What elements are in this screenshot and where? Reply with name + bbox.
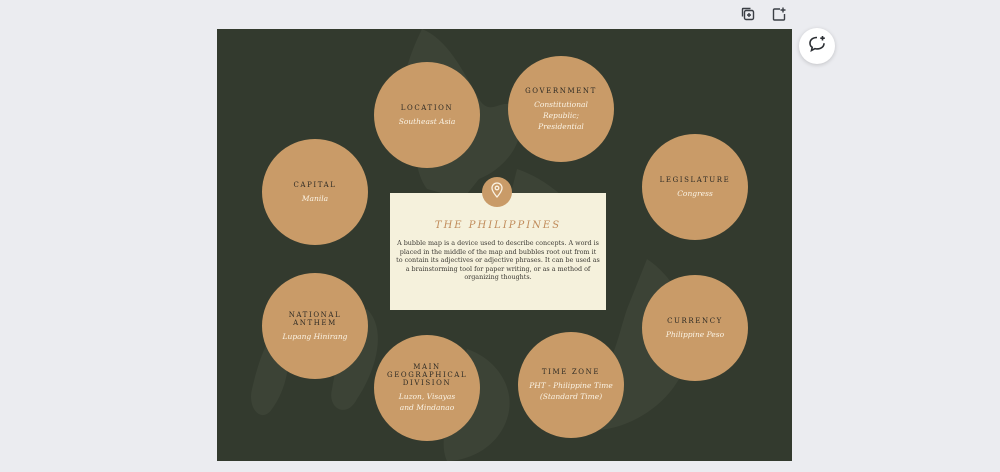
bubble-national-anthem[interactable]: NATIONAL ANTHEM Lupang Hinirang <box>262 273 368 379</box>
center-description: A bubble map is a device used to describ… <box>396 239 600 281</box>
bubble-main-geographical-division[interactable]: MAIN GEOGRAPHICAL DIVISION Luzon, Visaya… <box>374 335 480 441</box>
bubble-currency[interactable]: CURRENCY Philippine Peso <box>642 275 748 381</box>
bubble-value: Philippine Peso <box>665 329 725 339</box>
add-comment-icon <box>807 34 827 58</box>
bubble-title: NATIONAL ANTHEM <box>288 310 342 327</box>
location-pin-icon <box>490 182 504 202</box>
location-pin-badge <box>482 177 512 207</box>
bubble-title: MAIN GEOGRAPHICAL DIVISION <box>387 363 468 387</box>
bubble-title: LEGISLATURE <box>659 175 731 184</box>
bubble-title: LOCATION <box>400 103 454 112</box>
bubble-government[interactable]: GOVERNMENT Constitutional Republic; Pres… <box>508 56 614 162</box>
bubble-title: GOVERNMENT <box>525 86 597 95</box>
bubble-value: Southeast Asia <box>398 116 456 126</box>
bubble-time-zone[interactable]: TIME ZONE PHT - Philippine Time (Standar… <box>518 332 624 438</box>
bubble-value: Lupang Hinirang <box>282 331 348 341</box>
bubble-location[interactable]: LOCATION Southeast Asia <box>374 62 480 168</box>
add-page-icon[interactable] <box>769 4 789 24</box>
bubble-title: CAPITAL <box>293 180 337 189</box>
bubble-title: TIME ZONE <box>541 368 601 376</box>
bubble-capital[interactable]: CAPITAL Manila <box>262 139 368 245</box>
bubble-value: Luzon, Visayas and Mindanao <box>398 392 456 412</box>
duplicate-page-icon[interactable] <box>738 4 758 24</box>
bubble-value: Manila <box>301 193 329 203</box>
bubble-value: Congress <box>677 188 713 198</box>
bubble-legislature[interactable]: LEGISLATURE Congress <box>642 134 748 240</box>
design-canvas[interactable]: LOCATION Southeast Asia GOVERNMENT Const… <box>217 29 792 461</box>
center-topic-box[interactable]: THE PHILIPPINES A bubble map is a device… <box>390 193 606 310</box>
bubble-title: CURRENCY <box>667 316 723 325</box>
center-title: THE PHILIPPINES <box>434 220 562 231</box>
add-comment-button[interactable] <box>799 28 835 64</box>
bubble-value: PHT - Philippine Time (Standard Time) <box>529 381 613 401</box>
bubble-value: Constitutional Republic; Presidential <box>534 99 588 131</box>
